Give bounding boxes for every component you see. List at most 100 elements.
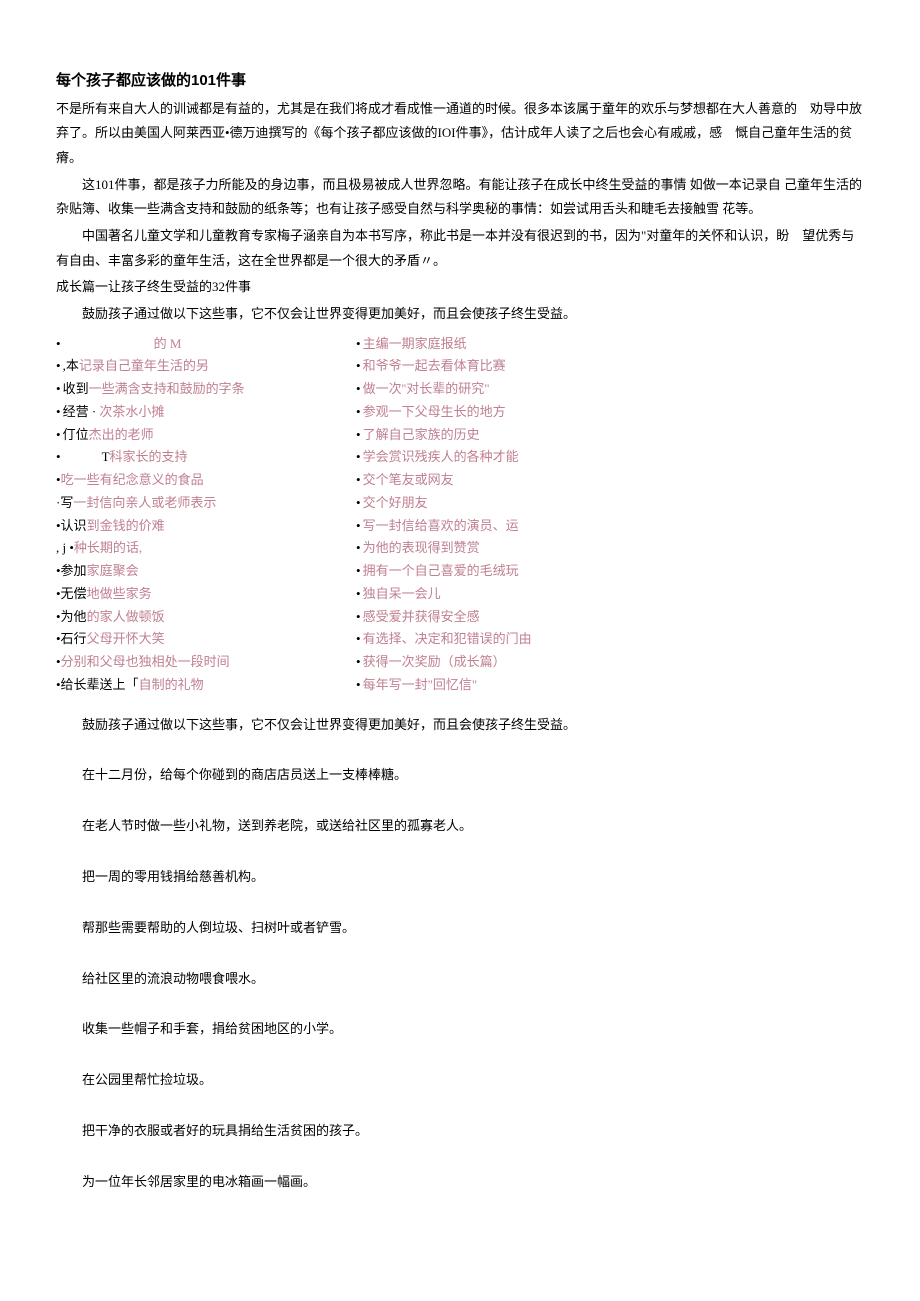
list-item: • 经营 · 次茶水小摊 (56, 401, 356, 424)
list-item: •认识到金钱的价难 (56, 515, 356, 538)
bullet-icon: • (56, 355, 61, 378)
list-item-text: 为他的表现得到赞赏 (363, 537, 480, 560)
body-paragraphs: 鼓励孩子通过做以下这些事，它不仅会让世界变得更加美好，而且会使孩子终生受益。 在… (56, 715, 864, 1193)
list-item: •,本记录自己童年生活的另 (56, 355, 356, 378)
list-item-text: 收到一些满含支持和鼓励的字条 (63, 378, 245, 401)
list-item: •主编一期家庭报纸 (356, 333, 656, 356)
list-item: •做一次''对长辈的研究" (356, 378, 656, 401)
list-item: •无偿地做些家务 (56, 583, 356, 606)
list-item-text: •认识到金钱的价难 (56, 515, 165, 538)
list-item-text: 和爷爷一起去看体育比赛 (363, 355, 506, 378)
bullet-icon: • (356, 378, 361, 401)
intro-para-2: 这101件事，都是孩子力所能及的身边事，而且极易被成人世界忽略。有能让孩子在成长… (56, 173, 864, 222)
list-item-text: 交个笔友或网友 (363, 469, 454, 492)
list-item-text: •参加家庭聚会 (56, 560, 139, 583)
body-para: 为一位年长邻居家里的电冰箱画一幅画。 (56, 1172, 864, 1193)
bullet-icon: • (356, 628, 361, 651)
intro-para-1: 不是所有来自大人的训诫都是有益的，尤其是在我们将成才看成惟一通道的时候。很多本该… (56, 97, 864, 171)
list-item: ·写一封信向亲人或老师表示 (56, 492, 356, 515)
list-item-text: 有选择、决定和犯错误的门由 (363, 628, 532, 651)
bullet-icon: • (356, 560, 361, 583)
list-item-text: T科家长的支持 (63, 446, 188, 469)
bullet-icon: • (356, 355, 361, 378)
list-item-text: ,本记录自己童年生活的另 (63, 355, 209, 378)
list-item: •为他的表现得到赞赏 (356, 537, 656, 560)
list-item: •参观一下父母生长的地方 (356, 401, 656, 424)
intro-para-3: 中国著名儿童文学和儿童教育专家梅子涵亲自为本书写序，称此书是一本并没有很迟到的书… (56, 224, 864, 273)
bullet-icon: • (56, 446, 61, 469)
left-column: • 的 M•,本记录自己童年生活的另• 收到一些满含支持和鼓励的字条• 经营 ·… (56, 333, 356, 697)
list-item-text: 了解自己家族的历史 (363, 424, 480, 447)
body-para: 把干净的衣服或者好的玩具捐给生活贫困的孩子。 (56, 1121, 864, 1142)
body-para: 收集一些帽子和手套，捐给贫困地区的小学。 (56, 1019, 864, 1040)
section-1-desc: 鼓励孩子通过做以下这些事，它不仅会让世界变得更加美好，而且会使孩子终生受益。 (56, 302, 864, 327)
bullet-icon: • (356, 469, 361, 492)
list-item: •参加家庭聚会 (56, 560, 356, 583)
list-item-text: 做一次''对长辈的研究" (363, 378, 490, 401)
list-item: • 收到一些满含支持和鼓励的字条 (56, 378, 356, 401)
intro-section: 不是所有来自大人的训诫都是有益的，尤其是在我们将成才看成惟一通道的时候。很多本该… (56, 97, 864, 274)
bullet-icon: • (56, 401, 61, 424)
list-item-text: 写一封信给喜欢的演员、运 (363, 515, 519, 538)
list-item-text: •给长辈送上「自制的礼物 (56, 674, 204, 697)
list-item-text: , j •种长期的话, (56, 537, 142, 560)
list-item: •给长辈送上「自制的礼物 (56, 674, 356, 697)
bullet-icon: • (356, 333, 361, 356)
list-columns: • 的 M•,本记录自己童年生活的另• 收到一些满含支持和鼓励的字条• 经营 ·… (56, 333, 864, 697)
bullet-icon: • (356, 674, 361, 697)
list-item: •为他的家人做顿饭 (56, 606, 356, 629)
list-item: •吃一些有纪念意义的食品 (56, 469, 356, 492)
document-title: 每个孩子都应该做的101件事 (56, 70, 864, 93)
list-item-text: 参观一下父母生长的地方 (363, 401, 506, 424)
list-item: • 仃位杰出的老师 (56, 424, 356, 447)
list-item: •了解自己家族的历史 (356, 424, 656, 447)
list-item: • 的 M (56, 333, 356, 356)
body-para: 在公园里帮忙捡垃圾。 (56, 1070, 864, 1091)
section-2-desc: 鼓励孩子通过做以下这些事，它不仅会让世界变得更加美好，而且会使孩子终生受益。 (56, 715, 864, 736)
list-item-text: 每年写一封"回忆信" (363, 674, 478, 697)
bullet-icon: • (56, 378, 61, 401)
list-item-text: 独自呆一会儿 (363, 583, 441, 606)
list-item: •获得一次奖励（成长篇） (356, 651, 656, 674)
list-item: •和爷爷一起去看体育比赛 (356, 355, 656, 378)
list-item-text: 获得一次奖励（成长篇） (363, 651, 506, 674)
list-item-text: 学会赏识残疾人的各种才能 (363, 446, 519, 469)
list-item-text: 经营 · 次茶水小摊 (63, 401, 165, 424)
list-item: •写一封信给喜欢的演员、运 (356, 515, 656, 538)
list-item: • T科家长的支持 (56, 446, 356, 469)
list-item: •有选择、决定和犯错误的门由 (356, 628, 656, 651)
list-item-text: •吃一些有纪念意义的食品 (56, 469, 204, 492)
list-item: •分别和父母也独相处一段时间 (56, 651, 356, 674)
list-item-text: 的 M (63, 333, 182, 356)
bullet-icon: • (56, 333, 61, 356)
body-para: 把一周的零用钱捐给慈善机构。 (56, 867, 864, 888)
list-item-text: 拥有一个自己喜爱的毛绒玩 (363, 560, 519, 583)
list-item: •石行父母开怀大笑 (56, 628, 356, 651)
list-item: , j •种长期的话, (56, 537, 356, 560)
body-para: 帮那些需要帮助的人倒垃圾、扫树叶或者铲雪。 (56, 918, 864, 939)
list-item: •感受爱并获得安全感 (356, 606, 656, 629)
list-item-text: 主编一期家庭报纸 (363, 333, 467, 356)
bullet-icon: • (356, 446, 361, 469)
bullet-icon: • (356, 401, 361, 424)
list-item: •独自呆一会儿 (356, 583, 656, 606)
right-column: •主编一期家庭报纸•和爷爷一起去看体育比赛•做一次''对长辈的研究"•参观一下父… (356, 333, 656, 697)
list-item-text: 交个好朋友 (363, 492, 428, 515)
bullet-icon: • (356, 583, 361, 606)
list-item-text: 仃位杰出的老师 (63, 424, 154, 447)
list-item-text: •分别和父母也独相处一段时间 (56, 651, 230, 674)
bullet-icon: • (356, 492, 361, 515)
list-item: •交个好朋友 (356, 492, 656, 515)
section-1-heading: 成长篇一让孩子终生受益的32件事 (56, 275, 864, 300)
list-item: •每年写一封"回忆信" (356, 674, 656, 697)
bullet-icon: • (356, 424, 361, 447)
body-para: 给社区里的流浪动物喂食喂水。 (56, 969, 864, 990)
list-item-text: 感受爱并获得安全感 (363, 606, 480, 629)
bullet-icon: • (356, 515, 361, 538)
list-item-text: ·写一封信向亲人或老师表示 (56, 492, 216, 515)
list-item-text: •石行父母开怀大笑 (56, 628, 165, 651)
list-item: •学会赏识残疾人的各种才能 (356, 446, 656, 469)
bullet-icon: • (356, 651, 361, 674)
list-item: •交个笔友或网友 (356, 469, 656, 492)
bullet-icon: • (56, 424, 61, 447)
